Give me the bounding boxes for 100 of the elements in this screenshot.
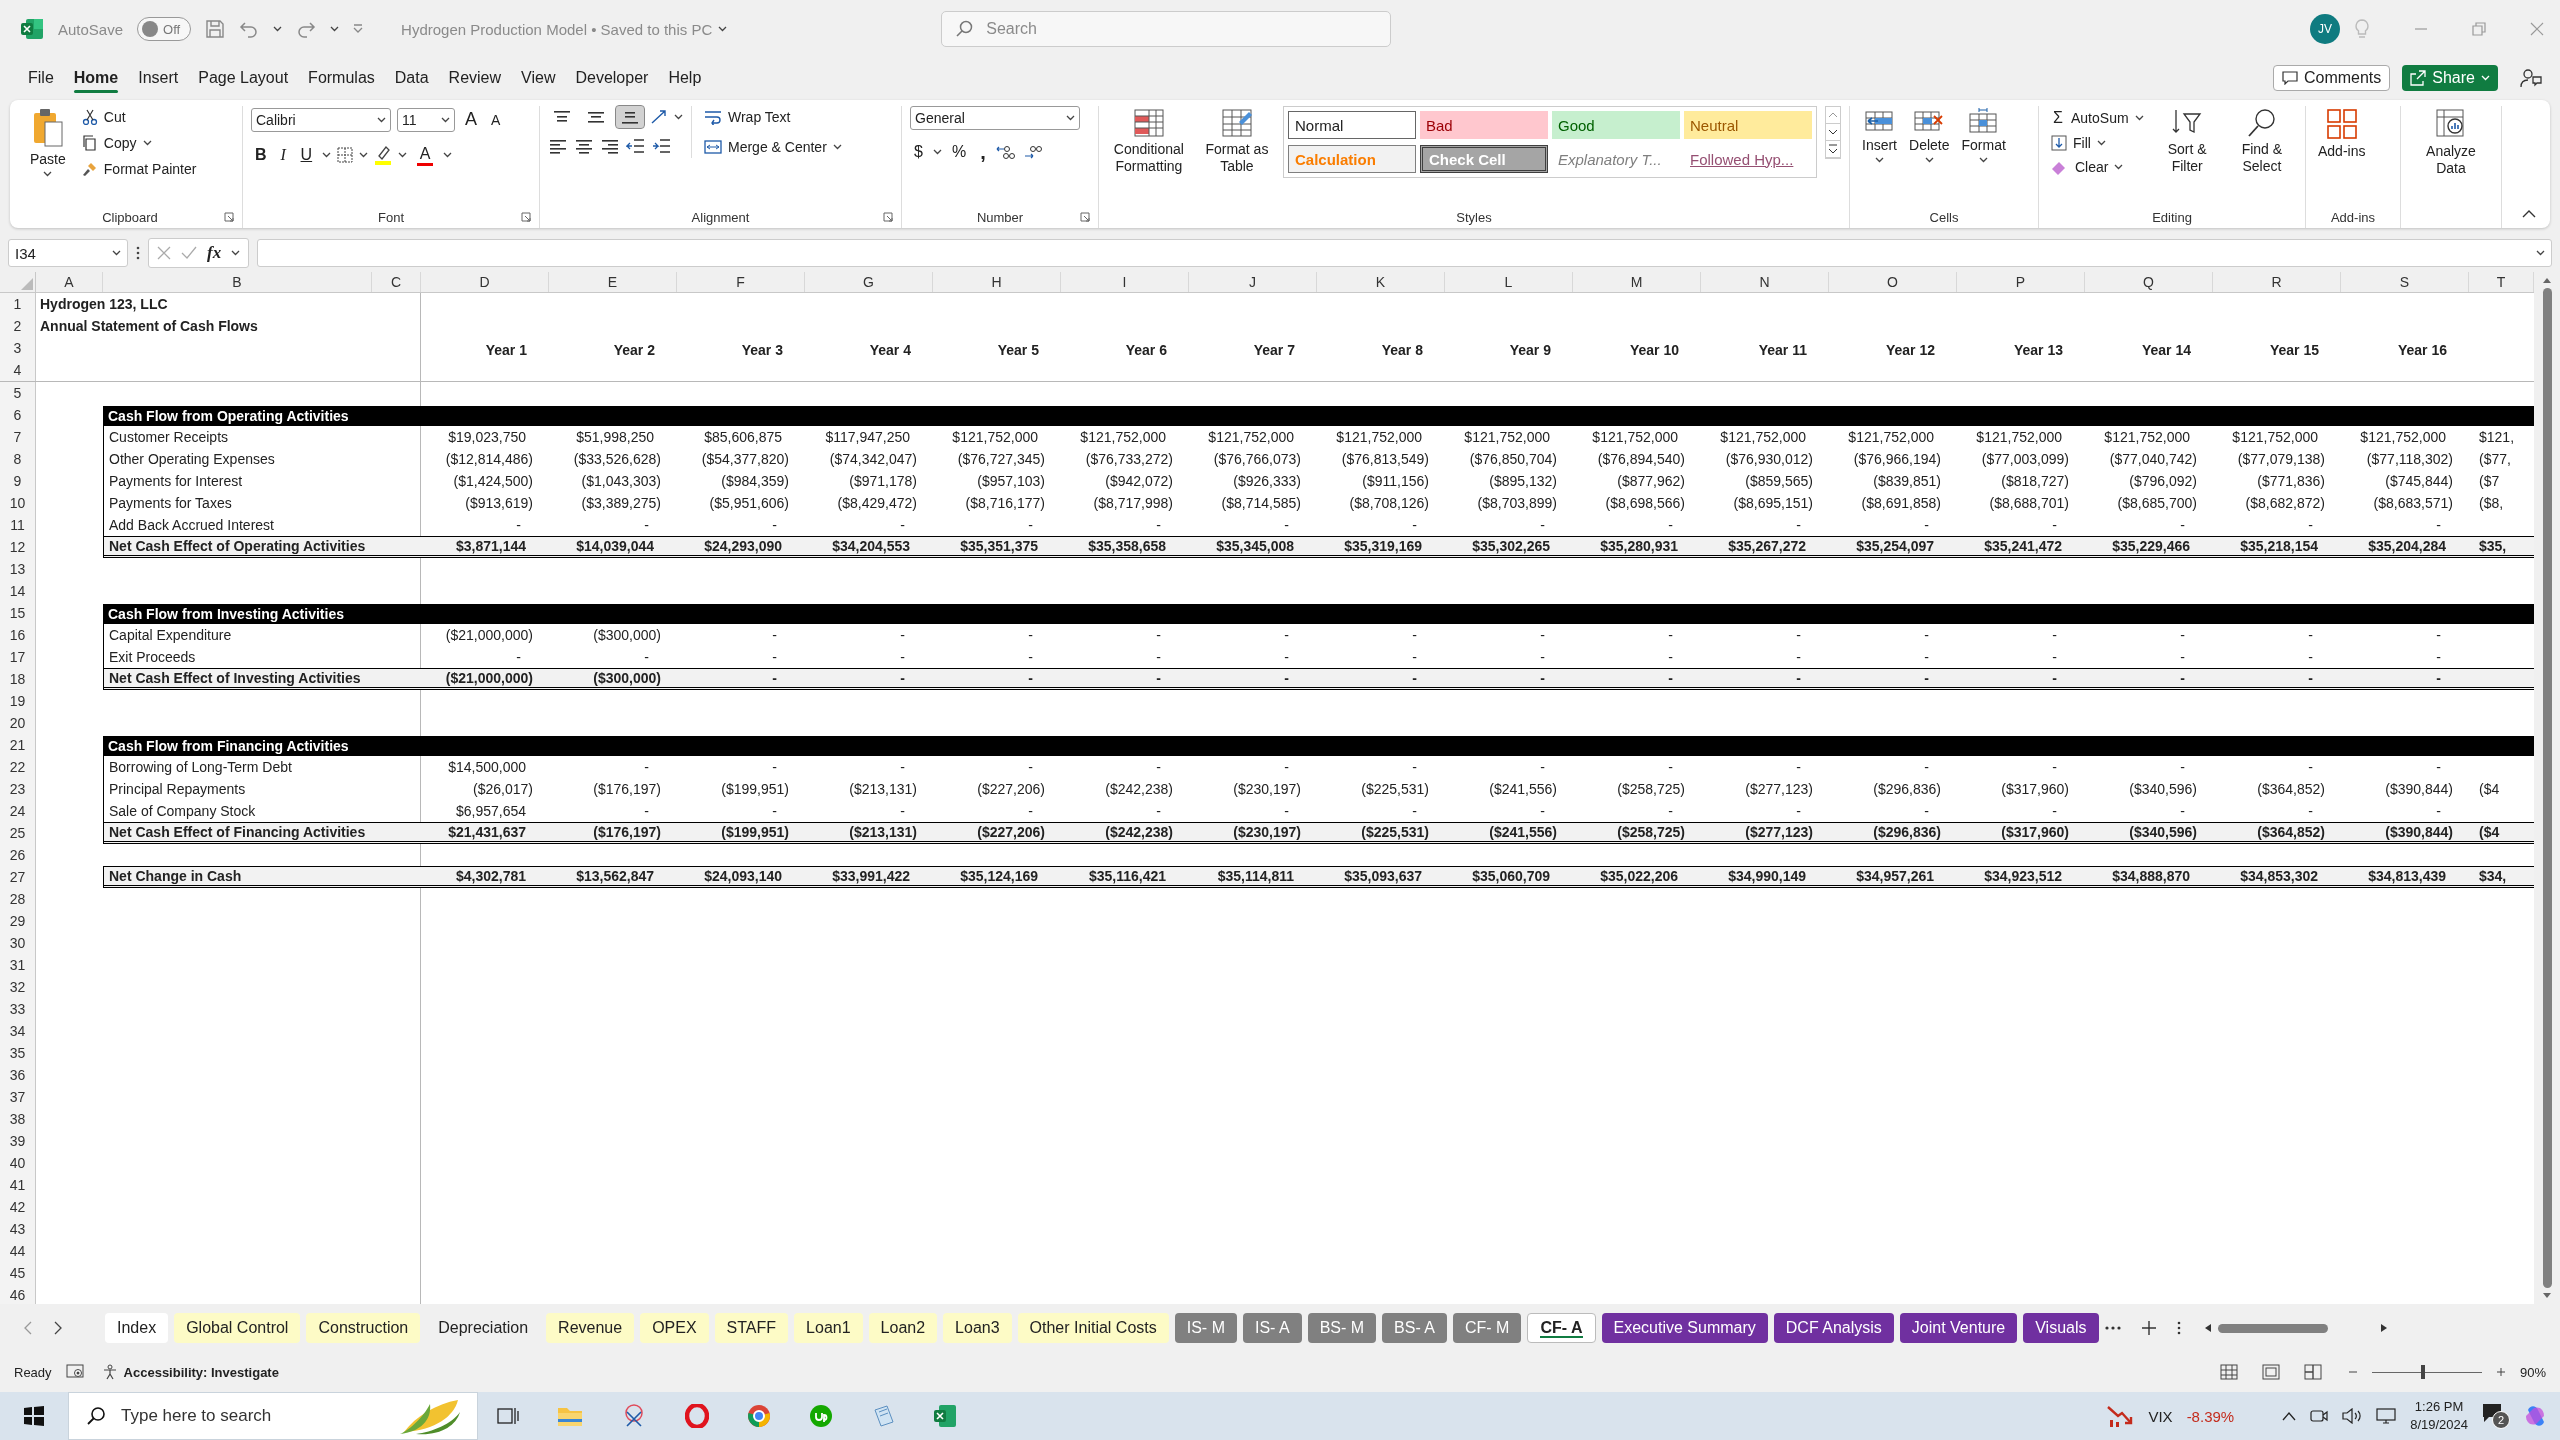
row-header[interactable]: 7 — [0, 426, 36, 448]
menu-tab[interactable]: File — [18, 63, 64, 93]
clock[interactable]: 1:26 PM 8/19/2024 — [2410, 1397, 2468, 1435]
font-family-dropdown[interactable]: Calibri — [251, 107, 391, 132]
row-header[interactable]: 22 — [0, 756, 36, 778]
vertical-dots-icon[interactable] — [2176, 1321, 2181, 1335]
row-header[interactable]: 4 — [0, 359, 36, 381]
row-header[interactable]: 9 — [0, 470, 36, 492]
zoom-in-icon[interactable] — [2495, 1367, 2506, 1377]
menu-tab[interactable]: View — [511, 63, 566, 93]
save-icon[interactable] — [205, 19, 226, 39]
comma-style-button[interactable]: , — [976, 144, 991, 160]
dialog-launcher-icon[interactable] — [224, 212, 234, 222]
decrease-indent-icon[interactable] — [626, 138, 646, 154]
row-header[interactable]: 25 — [0, 822, 36, 844]
row-header[interactable]: 45 — [0, 1262, 36, 1284]
macro-recorder-icon[interactable] — [65, 1364, 84, 1380]
scroll-left-icon[interactable] — [2203, 1323, 2212, 1333]
add-ins-button[interactable]: Add-ins — [2314, 106, 2370, 162]
cell-style[interactable]: Neutral — [1684, 111, 1812, 139]
row-header[interactable]: 2 — [0, 315, 36, 337]
row-header[interactable]: 31 — [0, 954, 36, 976]
find-select-button[interactable]: Find & Select — [2226, 106, 2297, 177]
row-header[interactable]: 34 — [0, 1020, 36, 1042]
column-header[interactable]: E — [549, 272, 677, 292]
row-header[interactable]: 8 — [0, 448, 36, 470]
taskbar-search-field[interactable]: Type here to search — [68, 1392, 478, 1440]
sort-filter-button[interactable]: Sort & Filter — [2155, 106, 2219, 177]
menu-tab[interactable]: Home — [63, 63, 129, 93]
cell-style[interactable]: Followed Hyp... — [1684, 145, 1812, 173]
menu-tab[interactable]: Data — [384, 63, 439, 93]
redo-icon[interactable] — [296, 19, 317, 39]
sheet-tab[interactable]: STAFF — [714, 1313, 789, 1343]
sheet-tab[interactable]: CF- M — [1453, 1313, 1522, 1343]
row-header[interactable]: 37 — [0, 1086, 36, 1108]
sheet-tab[interactable]: Construction — [306, 1313, 421, 1343]
sheet-tab[interactable]: Visuals — [2023, 1313, 2099, 1343]
column-header[interactable]: H — [933, 272, 1061, 292]
fill-button[interactable]: Fill — [2047, 132, 2148, 154]
row-header[interactable]: 24 — [0, 800, 36, 822]
row-header[interactable]: 32 — [0, 976, 36, 998]
column-header[interactable]: J — [1189, 272, 1317, 292]
increase-decimal-icon[interactable] — [996, 144, 1017, 160]
underline-button[interactable]: U — [296, 143, 317, 167]
search-field[interactable]: Search — [941, 11, 1392, 47]
row-header[interactable]: 13 — [0, 558, 36, 580]
cell-style[interactable]: Good — [1552, 111, 1680, 139]
add-sheet-icon[interactable] — [2140, 1320, 2157, 1336]
comments-button[interactable]: Comments — [2272, 65, 2391, 91]
cell-style[interactable]: Bad — [1420, 111, 1548, 139]
sheet-tab[interactable]: Index — [105, 1313, 169, 1343]
cell-style[interactable]: Explanatory T... — [1552, 145, 1680, 173]
camera-icon[interactable] — [2310, 1408, 2329, 1424]
column-header[interactable]: G — [805, 272, 933, 292]
menu-tab[interactable]: Help — [658, 63, 712, 93]
column-header[interactable]: F — [677, 272, 805, 292]
paste-button[interactable]: Paste — [26, 106, 70, 179]
dialog-launcher-icon[interactable] — [1080, 212, 1090, 222]
feedback-icon[interactable] — [2520, 67, 2542, 89]
sheet-tab[interactable]: Revenue — [546, 1313, 635, 1343]
autosum-button[interactable]: Σ AutoSum — [2047, 106, 2148, 130]
row-header[interactable]: 30 — [0, 932, 36, 954]
row-header[interactable]: 39 — [0, 1130, 36, 1152]
menu-tab[interactable]: Formulas — [298, 63, 385, 93]
row-header[interactable]: 44 — [0, 1240, 36, 1262]
speaker-icon[interactable] — [2342, 1408, 2363, 1424]
font-color-button[interactable]: A — [413, 144, 438, 166]
column-header[interactable]: D — [421, 272, 549, 292]
row-header[interactable]: 19 — [0, 690, 36, 712]
row-header[interactable]: 3 — [0, 337, 36, 359]
row-header[interactable]: 33 — [0, 998, 36, 1020]
sheet-tab[interactable]: Joint Venture — [1899, 1313, 2018, 1343]
row-header[interactable]: 20 — [0, 712, 36, 734]
cells-button[interactable]: Insert — [1858, 106, 1901, 165]
sheet-tab[interactable]: Other Initial Costs — [1017, 1313, 1169, 1343]
more-icon[interactable] — [1826, 141, 1840, 158]
row-header[interactable]: 1 — [0, 293, 36, 315]
chevron-up-icon[interactable] — [2282, 1411, 2297, 1421]
analyze-data-button[interactable]: Analyze Data — [2409, 106, 2493, 179]
row-header[interactable]: 11 — [0, 514, 36, 536]
column-header[interactable]: K — [1317, 272, 1445, 292]
row-header[interactable]: 12 — [0, 536, 36, 558]
column-header[interactable]: O — [1829, 272, 1957, 292]
sheet-tab[interactable]: Loan3 — [943, 1313, 1012, 1343]
column-header[interactable]: S — [2341, 272, 2469, 292]
highlighter-icon[interactable] — [374, 145, 393, 165]
menu-tab[interactable]: Review — [438, 63, 512, 93]
accessibility-button[interactable]: Accessibility: Investigate — [97, 1361, 283, 1383]
formula-field[interactable] — [257, 239, 2552, 267]
row-header[interactable]: 16 — [0, 624, 36, 646]
row-header[interactable]: 41 — [0, 1174, 36, 1196]
sheet-tab[interactable]: CF- A — [1527, 1313, 1596, 1343]
column-header[interactable]: L — [1445, 272, 1573, 292]
sheet-tab[interactable]: Executive Summary — [1601, 1313, 1768, 1343]
zoom-level[interactable]: 90% — [2519, 1364, 2546, 1380]
undo-icon[interactable] — [239, 19, 260, 39]
row-header[interactable]: 26 — [0, 844, 36, 866]
number-format-dropdown[interactable]: General — [910, 106, 1080, 130]
more-options-icon[interactable] — [136, 246, 140, 260]
currency-button[interactable]: $ — [910, 140, 927, 164]
